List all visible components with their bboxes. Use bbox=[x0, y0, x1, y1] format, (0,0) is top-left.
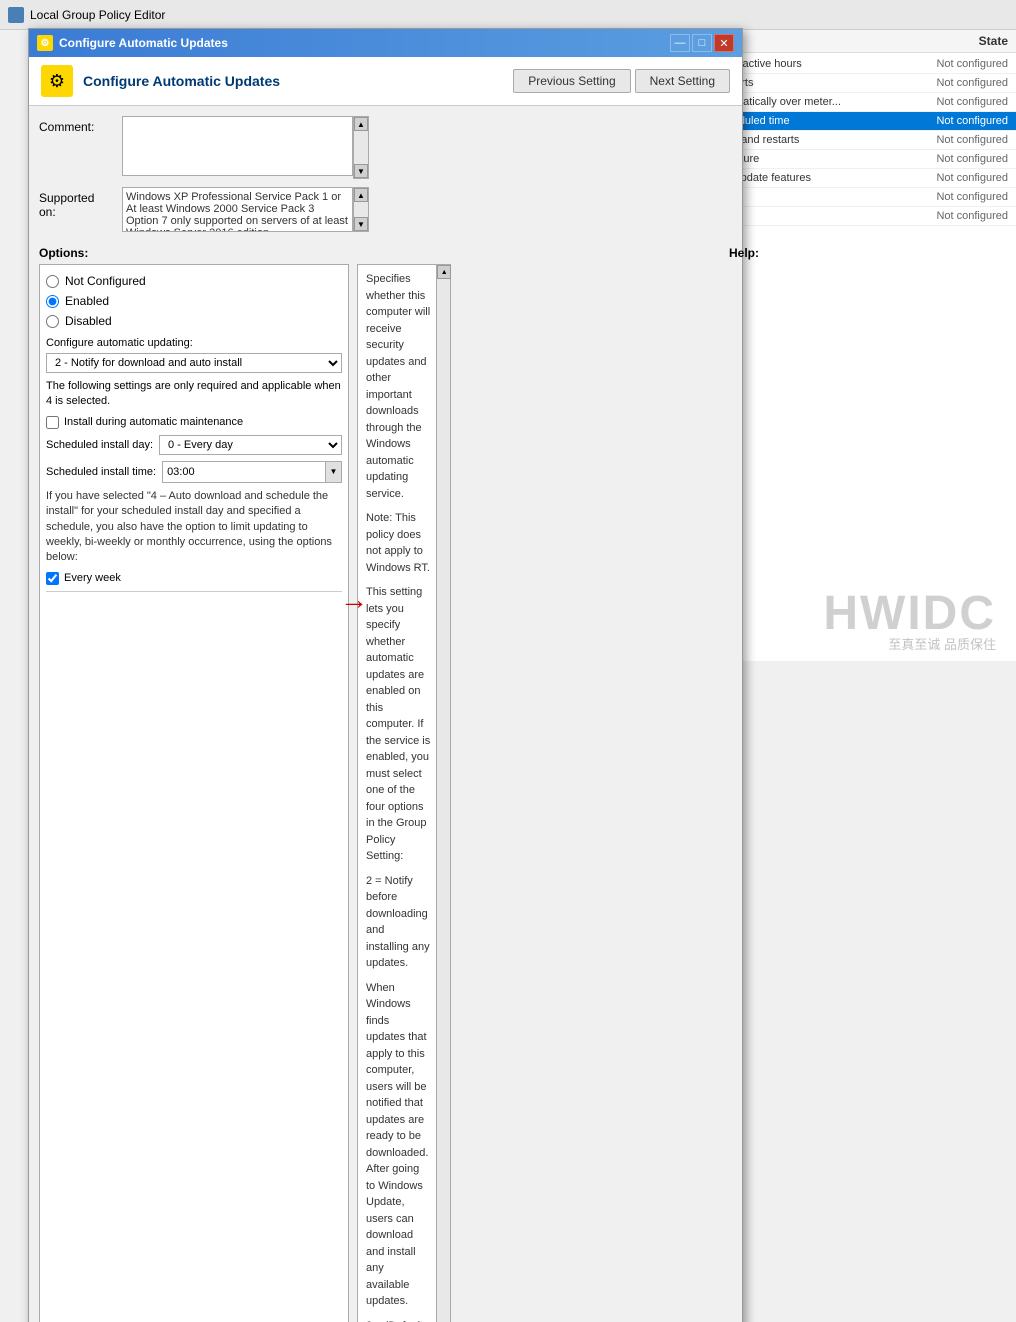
every-week-checkbox[interactable] bbox=[46, 572, 59, 585]
every-week-row: Every week bbox=[46, 572, 342, 585]
divider bbox=[46, 591, 342, 592]
help-label: Help: bbox=[729, 246, 759, 260]
left-panel: Comment: ▲ ▼ Supported on: Windows XP Pr… bbox=[39, 116, 369, 1322]
watermark: HWIDC bbox=[823, 586, 996, 641]
nav-buttons: Previous Setting Next Setting bbox=[513, 69, 730, 93]
dialog-inner-header: ⚙ Configure Automatic Updates Previous S… bbox=[29, 57, 742, 106]
radio-not-configured: Not Configured bbox=[46, 271, 342, 291]
install-maintenance-checkbox[interactable] bbox=[46, 416, 59, 429]
help-box: Specifies whether this computer will rec… bbox=[357, 264, 451, 1322]
radio-disabled-input[interactable] bbox=[46, 315, 59, 328]
scheduled-day-label: Scheduled install day: bbox=[46, 439, 153, 451]
radio-disabled: Disabled bbox=[46, 311, 342, 331]
supported-section: Supported on: Windows XP Professional Se… bbox=[39, 187, 369, 232]
radio-enabled: Enabled bbox=[46, 291, 342, 311]
help-paragraph: Specifies whether this computer will rec… bbox=[366, 271, 430, 502]
help-paragraph: 3 = (Default setting) Download the updat… bbox=[366, 1318, 430, 1322]
following-text: The following settings are only required… bbox=[46, 379, 342, 410]
help-scroll-thumb bbox=[437, 279, 450, 1322]
radio-not-configured-input[interactable] bbox=[46, 275, 59, 288]
supported-scroll-track bbox=[354, 202, 368, 217]
options-label: Options: bbox=[39, 246, 88, 260]
help-paragraph: Note: This policy does not apply to Wind… bbox=[366, 510, 430, 576]
supported-text: Windows XP Professional Service Pack 1 o… bbox=[122, 187, 353, 232]
options-help-row: Not Configured Enabled Disabled bbox=[39, 264, 369, 1322]
next-setting-button[interactable]: Next Setting bbox=[635, 69, 730, 93]
dialog-title-left: ⚙ Configure Automatic Updates bbox=[37, 35, 228, 51]
comment-label: Comment: bbox=[39, 116, 114, 179]
radio-disabled-label[interactable]: Disabled bbox=[65, 314, 112, 328]
bg-title-bar: Local Group Policy Editor bbox=[0, 0, 1016, 30]
comment-scroll-up[interactable]: ▲ bbox=[354, 117, 368, 131]
dialog-title-icon: ⚙ bbox=[37, 35, 53, 51]
comment-scrollbar: ▲ ▼ bbox=[353, 116, 369, 179]
dialog-header-title: Configure Automatic Updates bbox=[83, 73, 280, 89]
options-inner: Not Configured Enabled Disabled bbox=[40, 265, 348, 1322]
scheduled-time-arrow[interactable]: ▼ bbox=[325, 462, 341, 482]
install-maintenance-row: Install during automatic maintenance bbox=[46, 416, 342, 429]
configure-auto-select[interactable]: 2 - Notify for download and auto install bbox=[46, 353, 342, 373]
watermark-sub: 至真至诚 品质保住 bbox=[888, 634, 996, 653]
help-paragraph: This setting lets you specify whether au… bbox=[366, 584, 430, 865]
minimize-button[interactable]: — bbox=[670, 34, 690, 52]
comment-scroll-track bbox=[354, 131, 368, 164]
red-arrow: → bbox=[340, 584, 368, 616]
radio-group: Not Configured Enabled Disabled bbox=[46, 271, 342, 331]
dialog-body: Comment: ▲ ▼ Supported on: Windows XP Pr… bbox=[29, 106, 742, 1322]
options-box: Not Configured Enabled Disabled bbox=[39, 264, 349, 1322]
maximize-button[interactable]: □ bbox=[692, 34, 712, 52]
help-scrollbar: ▲ ▼ bbox=[436, 265, 450, 1322]
every-week-label[interactable]: Every week bbox=[64, 572, 121, 584]
supported-scroll-up[interactable]: ▲ bbox=[354, 188, 368, 202]
radio-enabled-label[interactable]: Enabled bbox=[65, 294, 109, 308]
radio-enabled-input[interactable] bbox=[46, 295, 59, 308]
comment-textarea[interactable] bbox=[122, 116, 353, 176]
help-paragraph: 2 = Notify before downloading and instal… bbox=[366, 873, 430, 972]
scheduled-time-label: Scheduled install time: bbox=[46, 466, 156, 478]
help-scroll-up[interactable]: ▲ bbox=[437, 265, 451, 279]
install-maintenance-label[interactable]: Install during automatic maintenance bbox=[64, 416, 243, 428]
info-text: If you have selected "4 – Auto download … bbox=[46, 489, 342, 566]
dialog-title-text: Configure Automatic Updates bbox=[59, 36, 228, 50]
help-paragraph: When Windows finds updates that apply to… bbox=[366, 980, 430, 1310]
supported-scroll-down[interactable]: ▼ bbox=[354, 217, 368, 231]
prev-setting-button[interactable]: Previous Setting bbox=[513, 69, 630, 93]
dialog-controls: — □ ✕ bbox=[670, 34, 734, 52]
comment-box-wrap: ▲ ▼ bbox=[122, 116, 369, 179]
comment-scroll-down[interactable]: ▼ bbox=[354, 164, 368, 178]
dialog-header-icon: ⚙ bbox=[41, 65, 73, 97]
bg-title-text: Local Group Policy Editor bbox=[30, 8, 165, 22]
scheduled-day-row: Scheduled install day: 0 - Every day bbox=[46, 435, 342, 455]
scheduled-time-value: 03:00 bbox=[163, 464, 325, 480]
sections-labels: Options: Help: bbox=[39, 242, 369, 264]
scheduled-day-select[interactable]: 0 - Every day bbox=[159, 435, 342, 455]
supported-wrap: Windows XP Professional Service Pack 1 o… bbox=[122, 187, 369, 232]
supported-scrollbar: ▲ ▼ bbox=[353, 187, 369, 232]
close-button[interactable]: ✕ bbox=[714, 34, 734, 52]
comment-section: Comment: ▲ ▼ bbox=[39, 116, 369, 179]
scheduled-time-dropdown[interactable]: 03:00 ▼ bbox=[162, 461, 342, 483]
configure-auto-label: Configure automatic updating: bbox=[46, 337, 342, 349]
configure-updates-dialog: ⚙ Configure Automatic Updates — □ ✕ ⚙ Co… bbox=[28, 28, 743, 1322]
bg-app-icon bbox=[8, 7, 24, 23]
scheduled-time-row: Scheduled install time: 03:00 ▼ bbox=[46, 461, 342, 483]
supported-label: Supported on: bbox=[39, 187, 114, 232]
dialog-title-bar: ⚙ Configure Automatic Updates — □ ✕ bbox=[29, 29, 742, 57]
radio-not-configured-label[interactable]: Not Configured bbox=[65, 274, 146, 288]
